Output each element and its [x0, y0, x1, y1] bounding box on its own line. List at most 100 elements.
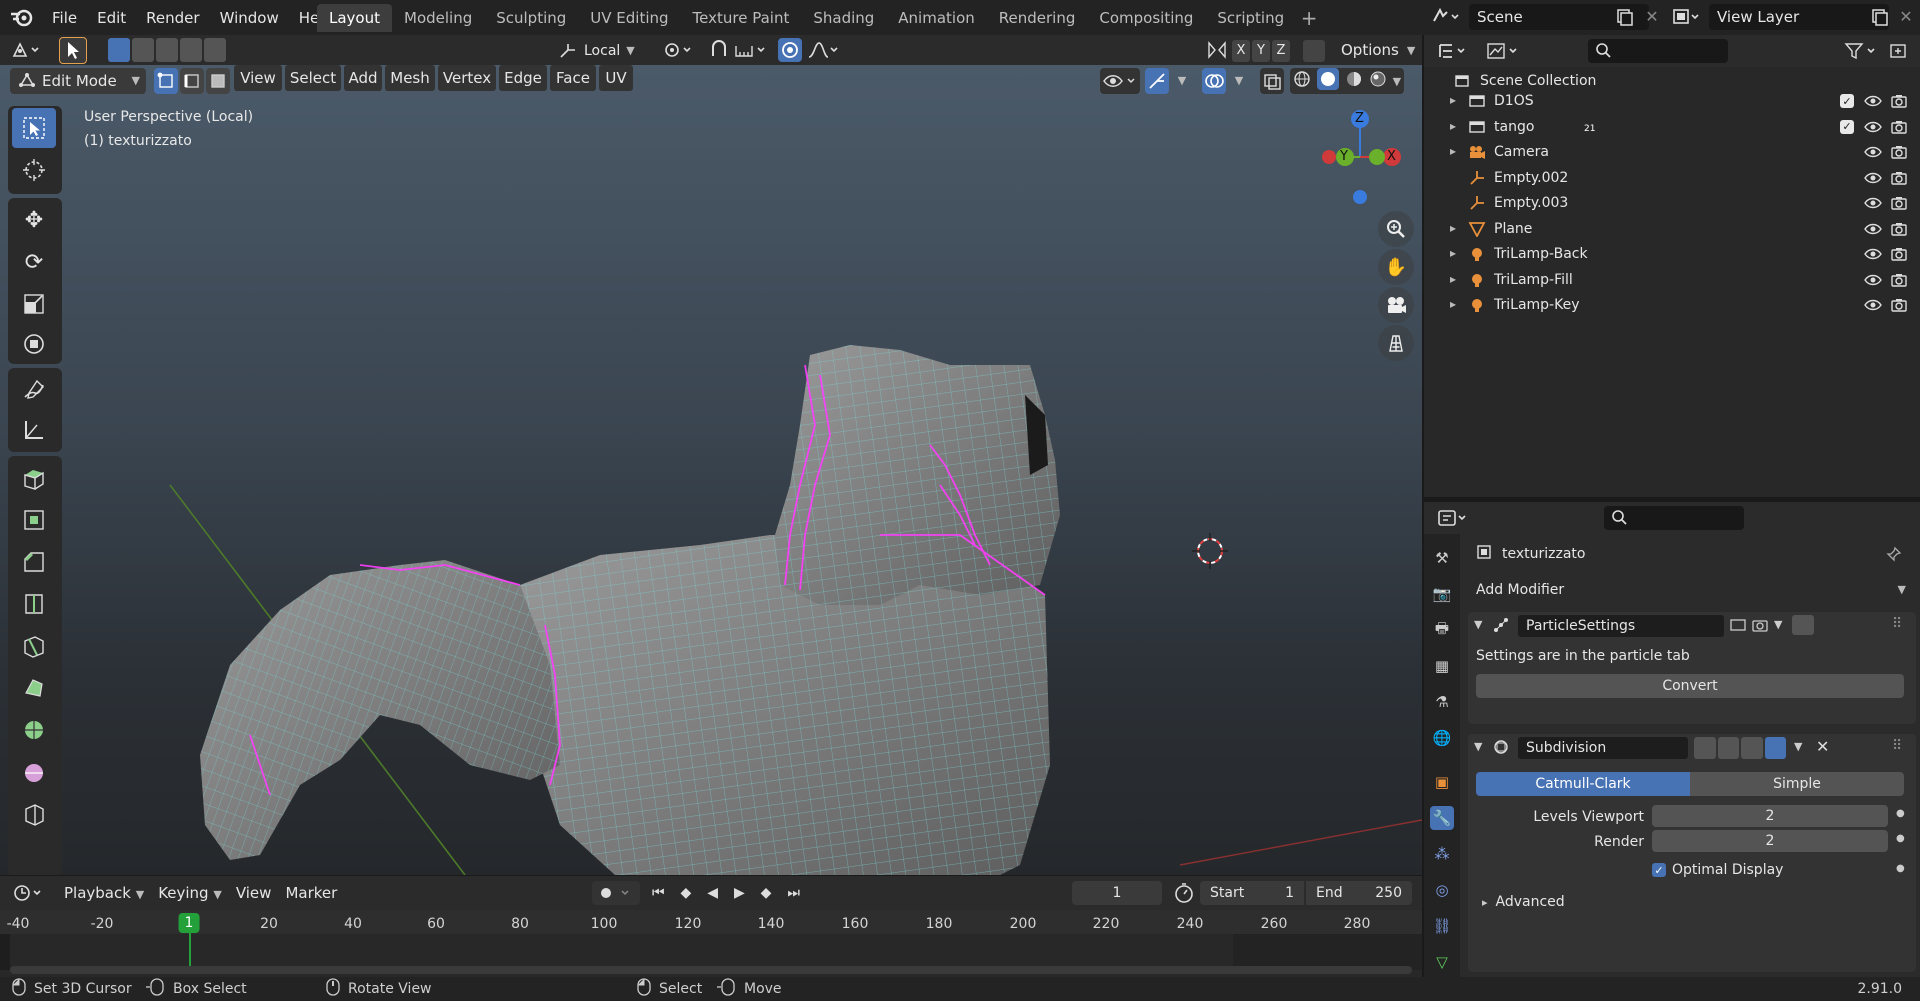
auto-keying-icon[interactable]: [592, 881, 640, 905]
proportional-edit-icon[interactable]: [778, 38, 802, 62]
tab-sculpting[interactable]: Sculpting: [484, 4, 578, 32]
render-camera-icon[interactable]: [1890, 221, 1908, 241]
world-tab-icon[interactable]: 🌐: [1430, 726, 1454, 750]
outliner-row[interactable]: ▸ TriLamp-Fill: [1424, 268, 1920, 293]
menu-select[interactable]: Select: [285, 65, 341, 91]
outliner-search-input[interactable]: [1588, 39, 1728, 63]
render-camera-icon[interactable]: [1890, 297, 1908, 317]
area-separator[interactable]: [1422, 35, 1424, 977]
expand-arrow-icon[interactable]: ▸: [1450, 119, 1456, 133]
scale-tool-icon[interactable]: [12, 284, 56, 324]
exclude-checkbox-icon[interactable]: ✓: [1840, 94, 1854, 108]
menu-render[interactable]: Render: [136, 9, 209, 27]
expand-arrow-icon[interactable]: ▸: [1450, 221, 1456, 235]
filter-icon[interactable]: [1842, 39, 1882, 63]
visibility-icon[interactable]: [1100, 68, 1140, 94]
rotate-tool-icon[interactable]: ⟳: [12, 242, 56, 282]
add-workspace-button[interactable]: +: [1296, 5, 1322, 31]
eye-icon[interactable]: [1864, 170, 1882, 190]
rendered-shading-icon[interactable]: [1369, 70, 1387, 92]
transform-orientation-dropdown[interactable]: Local ▼: [558, 38, 652, 63]
xray-icon[interactable]: [1260, 68, 1284, 94]
drag-handle-icon[interactable]: ⠿: [1892, 738, 1902, 754]
mesh-render[interactable]: [0, 65, 1422, 875]
area-separator[interactable]: [0, 875, 1422, 876]
select-box-tool-icon[interactable]: [12, 108, 56, 148]
outliner-row[interactable]: Empty.003: [1424, 191, 1920, 216]
render-toggle-icon[interactable]: [1752, 617, 1768, 637]
menu-face[interactable]: Face: [550, 65, 596, 91]
move-tool-icon[interactable]: ✥: [12, 200, 56, 240]
timeline-editor-type-icon[interactable]: [12, 881, 48, 905]
delete-scene-icon[interactable]: ✕: [1641, 4, 1663, 30]
optimal-display-checkbox[interactable]: ✓ Optimal Display: [1652, 860, 1783, 880]
expand-arrow-icon[interactable]: ▸: [1450, 272, 1456, 286]
mirror-z-toggle[interactable]: Z: [1272, 40, 1290, 62]
menu-playback[interactable]: Playback ▼: [64, 881, 144, 905]
levels-viewport-field[interactable]: 2: [1652, 805, 1888, 827]
outliner-row[interactable]: ▸ TriLamp-Back: [1424, 242, 1920, 267]
mirror-icon[interactable]: [1206, 38, 1228, 63]
outliner-editor-type-icon[interactable]: [1436, 39, 1472, 63]
eye-icon[interactable]: [1864, 144, 1882, 164]
collapse-arrow-icon[interactable]: ▼: [1474, 740, 1482, 753]
expand-arrow-icon[interactable]: ▸: [1450, 93, 1456, 107]
modifier-tab-icon[interactable]: 🔧: [1430, 806, 1454, 830]
close-icon[interactable]: ✕: [1816, 737, 1829, 756]
exclude-checkbox-icon[interactable]: ✓: [1840, 119, 1854, 134]
subdivision-name-field[interactable]: Subdivision: [1518, 737, 1688, 759]
navigation-gizmo[interactable]: Z Y X: [1315, 107, 1405, 207]
menu-keying[interactable]: Keying ▼: [158, 881, 222, 905]
chevron-down-icon[interactable]: ▼: [1172, 68, 1192, 94]
eye-icon[interactable]: [1864, 221, 1882, 241]
jump-end-icon[interactable]: ⏭: [787, 885, 800, 901]
properties-search-input[interactable]: [1604, 506, 1744, 530]
modifier-extra-icon[interactable]: [1792, 615, 1814, 635]
stopwatch-icon[interactable]: [1172, 881, 1196, 905]
select-extend-icon[interactable]: [132, 38, 154, 62]
cursor-tool-icon[interactable]: [12, 150, 56, 190]
new-view-layer-icon[interactable]: [1867, 4, 1893, 30]
tab-modeling[interactable]: Modeling: [392, 4, 484, 32]
chevron-down-icon[interactable]: ▼: [1393, 75, 1401, 88]
render-camera-icon[interactable]: [1890, 246, 1908, 266]
render-toggle-icon[interactable]: [1764, 737, 1786, 759]
outliner-row[interactable]: ▸ TriLamp-Key: [1424, 293, 1920, 318]
new-collection-icon[interactable]: [1886, 39, 1912, 63]
constraints-tab-icon[interactable]: ⛓: [1430, 914, 1454, 938]
scene-icon[interactable]: [1430, 5, 1464, 30]
editor-type-icon[interactable]: [10, 38, 46, 63]
eye-icon[interactable]: [1864, 93, 1882, 113]
tool-tab-icon[interactable]: ⚒: [1430, 546, 1454, 570]
transform-tool-icon[interactable]: [12, 324, 56, 364]
tab-uv-editing[interactable]: UV Editing: [578, 4, 680, 32]
smooth-tool-icon[interactable]: [12, 752, 56, 792]
zoom-icon[interactable]: [1378, 211, 1414, 247]
expand-arrow-icon[interactable]: ▸: [1450, 246, 1456, 260]
mirror-y-toggle[interactable]: Y: [1252, 40, 1270, 62]
gizmo-toggle-icon[interactable]: [1145, 68, 1169, 94]
render-tab-icon[interactable]: 📷: [1430, 582, 1454, 606]
eye-icon[interactable]: [1864, 246, 1882, 266]
menu-add[interactable]: Add: [344, 65, 382, 91]
render-camera-icon[interactable]: [1890, 195, 1908, 215]
select-subtract-icon[interactable]: [156, 38, 178, 62]
view-layer-icon[interactable]: [1669, 5, 1705, 30]
render-levels-field[interactable]: 2: [1652, 830, 1888, 852]
editmode-toggle-icon[interactable]: [1717, 737, 1739, 759]
new-scene-icon[interactable]: [1611, 4, 1639, 30]
expand-arrow-icon[interactable]: ▸: [1450, 297, 1456, 311]
3d-viewport[interactable]: User Perspective (Local) (1) texturizzat…: [0, 65, 1422, 875]
tab-rendering[interactable]: Rendering: [987, 4, 1088, 32]
menu-edit[interactable]: Edit: [87, 9, 136, 27]
view-layer-field[interactable]: View Layer: [1709, 4, 1889, 30]
select-tool-icon[interactable]: [59, 37, 87, 64]
keyframe-dot-icon[interactable]: ●: [1896, 833, 1905, 844]
menu-uv[interactable]: UV: [599, 65, 633, 91]
prev-keyframe-icon[interactable]: ◆: [681, 885, 692, 901]
measure-tool-icon[interactable]: [12, 410, 56, 450]
eye-icon[interactable]: [1864, 195, 1882, 215]
eye-icon[interactable]: [1864, 272, 1882, 292]
camera-view-icon[interactable]: [1378, 287, 1414, 323]
solid-shading-icon[interactable]: [1316, 68, 1339, 94]
